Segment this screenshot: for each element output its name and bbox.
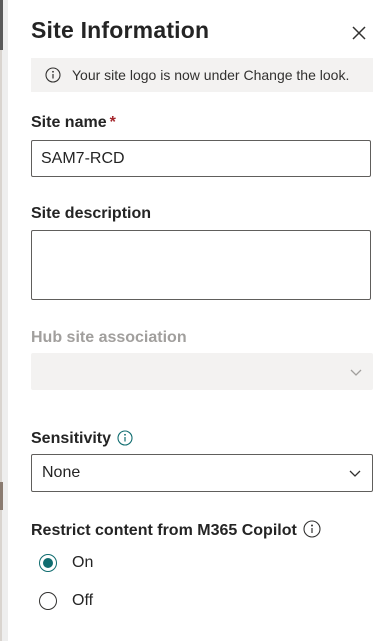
info-icon xyxy=(45,67,61,83)
site-name-label-text: Site name xyxy=(31,114,107,131)
copilot-radio-off-label: Off xyxy=(72,592,94,609)
site-information-panel: Site Information Your site logo is now u… xyxy=(0,0,376,641)
sensitivity-dropdown[interactable]: None xyxy=(31,454,373,492)
required-marker: * xyxy=(109,114,116,131)
sensitivity-label-text: Sensitivity xyxy=(31,430,112,447)
close-button[interactable] xyxy=(350,24,368,42)
copilot-radio-on[interactable]: On xyxy=(39,554,93,572)
sensitivity-label: Sensitivity xyxy=(31,430,133,451)
radio-button-checked[interactable] xyxy=(39,554,57,572)
restrict-copilot-label: Restrict content from M365 Copilot xyxy=(31,520,321,543)
background-edge-mark xyxy=(0,482,3,510)
sensitivity-value: None xyxy=(42,464,81,481)
restrict-copilot-info-icon[interactable] xyxy=(303,520,321,543)
site-name-input[interactable]: SAM7-RCD xyxy=(31,140,371,177)
close-icon xyxy=(352,26,366,40)
copilot-radio-off[interactable]: Off xyxy=(39,592,93,610)
site-description-input[interactable] xyxy=(31,230,371,300)
notice-text: Your site logo is now under Change the l… xyxy=(72,67,350,83)
hub-site-association-dropdown xyxy=(31,353,373,390)
panel-title: Site Information xyxy=(31,17,210,43)
restrict-copilot-label-text: Restrict content from M365 Copilot xyxy=(31,522,297,539)
radio-button-unchecked[interactable] xyxy=(39,592,57,610)
site-name-label: Site name * xyxy=(31,114,116,132)
background-page-edge xyxy=(0,0,8,641)
chevron-down-icon xyxy=(350,369,362,376)
info-notice-bar: Your site logo is now under Change the l… xyxy=(31,58,373,92)
copilot-radio-on-label: On xyxy=(72,554,94,571)
background-edge-dark xyxy=(0,0,3,50)
sensitivity-info-icon[interactable] xyxy=(117,430,133,451)
site-name-value: SAM7-RCD xyxy=(41,149,125,167)
site-description-label: Site description xyxy=(31,205,152,222)
hub-site-association-label: Hub site association xyxy=(31,329,187,346)
chevron-down-icon xyxy=(349,470,361,477)
